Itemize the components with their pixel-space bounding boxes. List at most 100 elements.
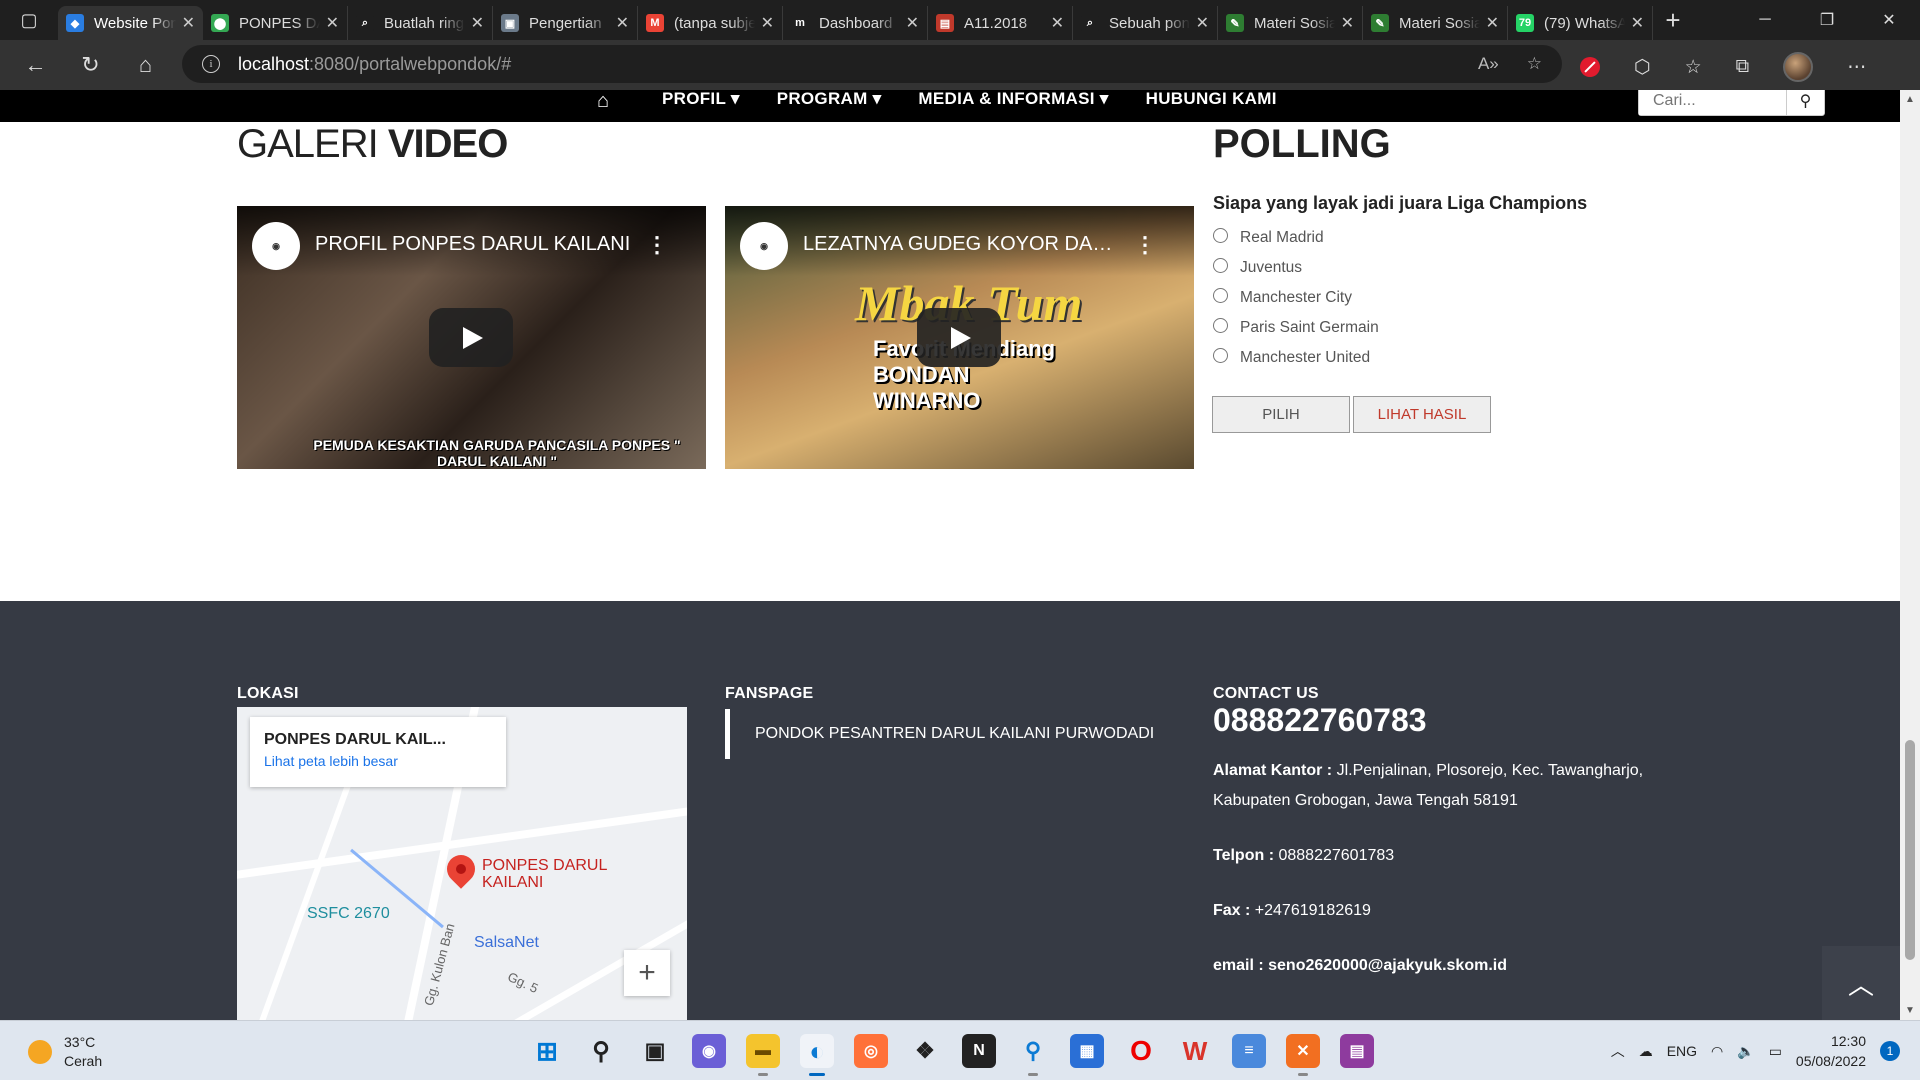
poll-radio[interactable] [1213, 287, 1228, 303]
more-menu-icon[interactable]: ⋯ [1847, 56, 1866, 79]
view-results-button[interactable]: LIHAT HASIL [1353, 396, 1491, 433]
close-tab-icon[interactable]: ✕ [1196, 13, 1209, 33]
email-value[interactable]: seno2620000@ajakyuk.skom.id [1264, 957, 1507, 974]
profile-avatar[interactable] [1783, 52, 1814, 82]
video-more-icon[interactable]: ⋮ [646, 232, 668, 258]
play-icon[interactable] [429, 308, 513, 367]
dropbox-icon[interactable]: ❖ [908, 1034, 942, 1068]
poll-radio[interactable] [1213, 347, 1228, 363]
scroll-down-icon[interactable]: ▼ [1905, 1005, 1915, 1016]
maximize-icon[interactable]: ❐ [1796, 0, 1858, 40]
close-tab-icon[interactable]: ✕ [326, 13, 339, 33]
extensions-puzzle-icon[interactable]: ⬡ [1634, 56, 1651, 79]
add-favorite-icon[interactable]: ☆ [1527, 54, 1542, 74]
search-app-icon[interactable]: ⚲ [1016, 1034, 1050, 1076]
xampp-icon[interactable]: ✕ [1286, 1034, 1320, 1076]
notification-badge[interactable]: 1 [1880, 1041, 1900, 1061]
browser-tab[interactable]: ✎ Materi Sosial ✕ [1363, 6, 1508, 40]
page-scrollbar[interactable]: ▲ ▼ [1900, 90, 1920, 1020]
show-hidden-icons-icon[interactable]: ︿ [1611, 1041, 1625, 1061]
home-icon[interactable]: ⌂ [118, 52, 173, 78]
browser-tab[interactable]: M (tanpa subjek) ✕ [638, 6, 783, 40]
close-window-icon[interactable]: ✕ [1858, 0, 1920, 40]
close-tab-icon[interactable]: ✕ [1051, 13, 1064, 33]
read-aloud-icon[interactable]: A» [1478, 54, 1499, 74]
scrollbar-thumb[interactable] [1905, 740, 1915, 960]
poll-option[interactable]: Manchester City [1213, 283, 1379, 313]
vote-button[interactable]: PILIH [1212, 396, 1350, 433]
site-info-icon[interactable]: i [202, 55, 220, 73]
browser-tab[interactable]: ⌕ Buatlah ringkasan ✕ [348, 6, 493, 40]
start-icon[interactable]: ⊞ [530, 1034, 564, 1068]
channel-logo[interactable]: ◉ [740, 222, 788, 270]
browser-tab[interactable]: ⬤ PONPES DARUL ✕ [203, 6, 348, 40]
minimize-icon[interactable]: ─ [1734, 0, 1796, 40]
nav-item[interactable]: HUBUNGI KAMI [1146, 90, 1277, 108]
collections-icon[interactable]: ⧉ [1736, 56, 1750, 78]
nav-item[interactable]: PROFIL ▾ [662, 90, 740, 108]
poll-option[interactable]: Manchester United [1213, 343, 1379, 373]
opera-icon[interactable]: O [1124, 1034, 1158, 1068]
favorites-icon[interactable]: ☆ [1685, 56, 1702, 79]
network-status-icon[interactable]: ☁ [1639, 1043, 1653, 1060]
poll-radio[interactable] [1213, 257, 1228, 273]
edge-browser-icon[interactable]: ◐ [800, 1034, 834, 1076]
language-indicator[interactable]: ENG [1667, 1043, 1697, 1059]
close-tab-icon[interactable]: ✕ [616, 13, 629, 33]
play-icon[interactable] [917, 308, 1001, 367]
browser-tab[interactable]: ▤ A11.2018 ✕ [928, 6, 1073, 40]
close-tab-icon[interactable]: ✕ [1486, 13, 1499, 33]
adblock-extension-icon[interactable] [1580, 57, 1600, 77]
browser-tab[interactable]: ◆ Website Pondok ✕ [58, 6, 203, 40]
close-tab-icon[interactable]: ✕ [1631, 13, 1644, 33]
close-tab-icon[interactable]: ✕ [761, 13, 774, 33]
back-icon[interactable]: ← [8, 52, 63, 78]
file-explorer-icon[interactable]: ▬ [746, 1034, 780, 1076]
battery-icon[interactable]: ▭ [1769, 1043, 1782, 1060]
browser-tab[interactable]: m Dashboard ✕ [783, 6, 928, 40]
new-tab-icon[interactable]: + [1653, 5, 1693, 36]
winrar-icon[interactable]: ▤ [1340, 1034, 1374, 1068]
store-icon[interactable]: ▦ [1070, 1034, 1104, 1068]
browser-tab[interactable]: ✎ Materi Sosial ✕ [1218, 6, 1363, 40]
video-title-1[interactable]: PROFIL PONPES DARUL KAILANI [315, 233, 635, 256]
poll-option[interactable]: Juventus [1213, 253, 1379, 283]
poll-radio[interactable] [1213, 227, 1228, 243]
clock[interactable]: 12:30 05/08/2022 [1796, 1031, 1866, 1071]
video-title-2[interactable]: LEZATNYA GUDEG KOYOR DAN OPOR AYAM [803, 233, 1123, 256]
browser-tab[interactable]: 79 (79) WhatsApp ✕ [1508, 6, 1653, 40]
tab-actions-icon[interactable]: ▢ [0, 0, 58, 40]
notion-icon[interactable]: N [962, 1034, 996, 1068]
close-tab-icon[interactable]: ✕ [182, 13, 195, 33]
poll-option[interactable]: Paris Saint Germain [1213, 313, 1379, 343]
fanspage-name[interactable]: PONDOK PESANTREN DARUL KAILANI PURWODADI [725, 709, 1154, 759]
browser-tab[interactable]: ▣ Pengertian ✕ [493, 6, 638, 40]
channel-logo[interactable]: ◉ [252, 222, 300, 270]
video-player-1[interactable]: ◉ PROFIL PONPES DARUL KAILANI ⋮ PEMUDA K… [237, 206, 706, 469]
url-input[interactable]: i localhost:8080/portalwebpondok/# A» ☆ [182, 45, 1562, 83]
back-to-top-icon[interactable]: ︿ [1822, 946, 1900, 1020]
nav-item[interactable]: MEDIA & INFORMASI ▾ [918, 90, 1108, 108]
map-larger-link[interactable]: Lihat peta lebih besar [264, 753, 492, 769]
video-more-icon[interactable]: ⋮ [1134, 232, 1156, 258]
taskbar-search-icon[interactable]: ⚲ [584, 1034, 618, 1068]
site-search-input[interactable] [1639, 90, 1787, 115]
wifi-icon[interactable]: ◠ [1711, 1043, 1723, 1060]
close-tab-icon[interactable]: ✕ [906, 13, 919, 33]
poll-radio[interactable] [1213, 317, 1228, 333]
embedded-map[interactable]: PONPES DARUL KAIL... Lihat peta lebih be… [237, 707, 687, 1020]
search-icon[interactable]: ⚲ [1787, 90, 1824, 115]
wps-office-icon[interactable]: W [1178, 1034, 1212, 1068]
browser-tab[interactable]: ⌕ Sebuah pondok ✕ [1073, 6, 1218, 40]
map-zoom-in-icon[interactable]: + [624, 950, 670, 996]
notepad-icon[interactable]: ≡ [1232, 1034, 1266, 1068]
chat-icon[interactable]: ◉ [692, 1034, 726, 1068]
poll-option[interactable]: Real Madrid [1213, 223, 1379, 253]
volume-icon[interactable]: 🔈 [1737, 1043, 1754, 1060]
site-home-icon[interactable]: ⌂ [597, 90, 609, 113]
close-tab-icon[interactable]: ✕ [471, 13, 484, 33]
task-view-icon[interactable]: ▣ [638, 1034, 672, 1068]
close-tab-icon[interactable]: ✕ [1341, 13, 1354, 33]
nav-item[interactable]: PROGRAM ▾ [777, 90, 882, 108]
refresh-icon[interactable]: ↻ [63, 52, 118, 78]
